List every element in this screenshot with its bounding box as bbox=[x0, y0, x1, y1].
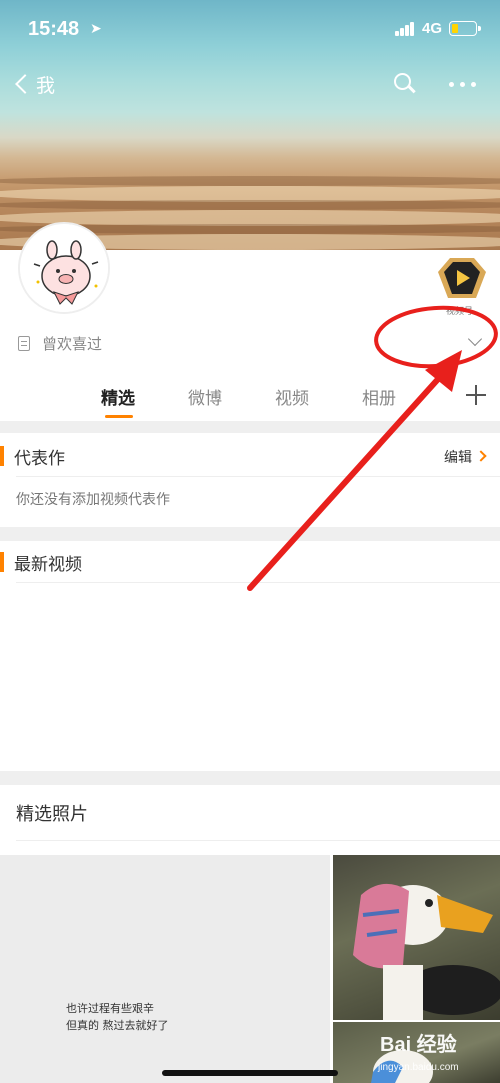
tab-weibo[interactable]: 微博 bbox=[188, 384, 222, 409]
latest-video-title: 最新视频 bbox=[14, 554, 82, 575]
representative-title: 代表作 bbox=[14, 448, 65, 469]
photo-caption: 也许过程有些艰辛 但真的 熬过去就好了 bbox=[66, 1000, 169, 1034]
status-time: 15:48 bbox=[28, 18, 80, 40]
profile-tabs: 精选 微博 视频 相册 bbox=[0, 376, 500, 420]
photo-thumbnail[interactable] bbox=[0, 855, 330, 1083]
divider bbox=[16, 840, 500, 841]
divider bbox=[0, 421, 500, 433]
watermark-logo: Bai 经验 bbox=[380, 1034, 457, 1056]
profile-intro[interactable]: 曾欢喜过 bbox=[18, 330, 488, 356]
home-indicator[interactable] bbox=[162, 1070, 338, 1076]
divider bbox=[0, 771, 500, 785]
photo-caption-line1: 也许过程有些艰辛 bbox=[66, 1002, 154, 1015]
plus-icon[interactable] bbox=[466, 385, 486, 405]
location-arrow-icon: ➤ bbox=[90, 20, 102, 36]
status-bar: 15:48 ➤ 4G bbox=[0, 0, 500, 58]
back-chevron-icon bbox=[15, 74, 35, 94]
tab-video[interactable]: 视频 bbox=[275, 384, 309, 409]
signal-icon bbox=[395, 22, 417, 36]
intro-text: 曾欢喜过 bbox=[42, 334, 103, 353]
tab-featured[interactable]: 精选 bbox=[101, 384, 135, 409]
latest-video-header: 最新视频 bbox=[0, 541, 500, 583]
back-button[interactable]: 我 bbox=[12, 70, 55, 98]
divider bbox=[16, 582, 500, 583]
video-badge-label: 视频号 bbox=[446, 307, 474, 317]
doc-icon bbox=[18, 335, 30, 351]
battery-icon bbox=[449, 21, 481, 36]
tab-active-indicator bbox=[105, 415, 133, 418]
featured-photos-title: 精选照片 bbox=[16, 804, 88, 825]
divider bbox=[0, 527, 500, 541]
representative-header: 代表作 bbox=[0, 435, 500, 477]
photo-caption-line2: 但真的 熬过去就好了 bbox=[66, 1019, 169, 1032]
empty-representative-text: 你还没有添加视频代表作 bbox=[16, 492, 170, 508]
network-type: 4G bbox=[422, 20, 443, 37]
photo-thumbnail[interactable] bbox=[333, 855, 500, 1020]
more-icon[interactable] bbox=[449, 82, 476, 87]
search-icon[interactable] bbox=[394, 73, 416, 95]
tab-album[interactable]: 相册 bbox=[362, 384, 396, 409]
divider bbox=[16, 476, 500, 477]
watermark-url: jingyan.baidu.com bbox=[378, 1062, 459, 1073]
edit-button[interactable]: 编辑 bbox=[444, 447, 472, 467]
back-label: 我 bbox=[36, 74, 56, 97]
avatar[interactable] bbox=[18, 222, 110, 314]
